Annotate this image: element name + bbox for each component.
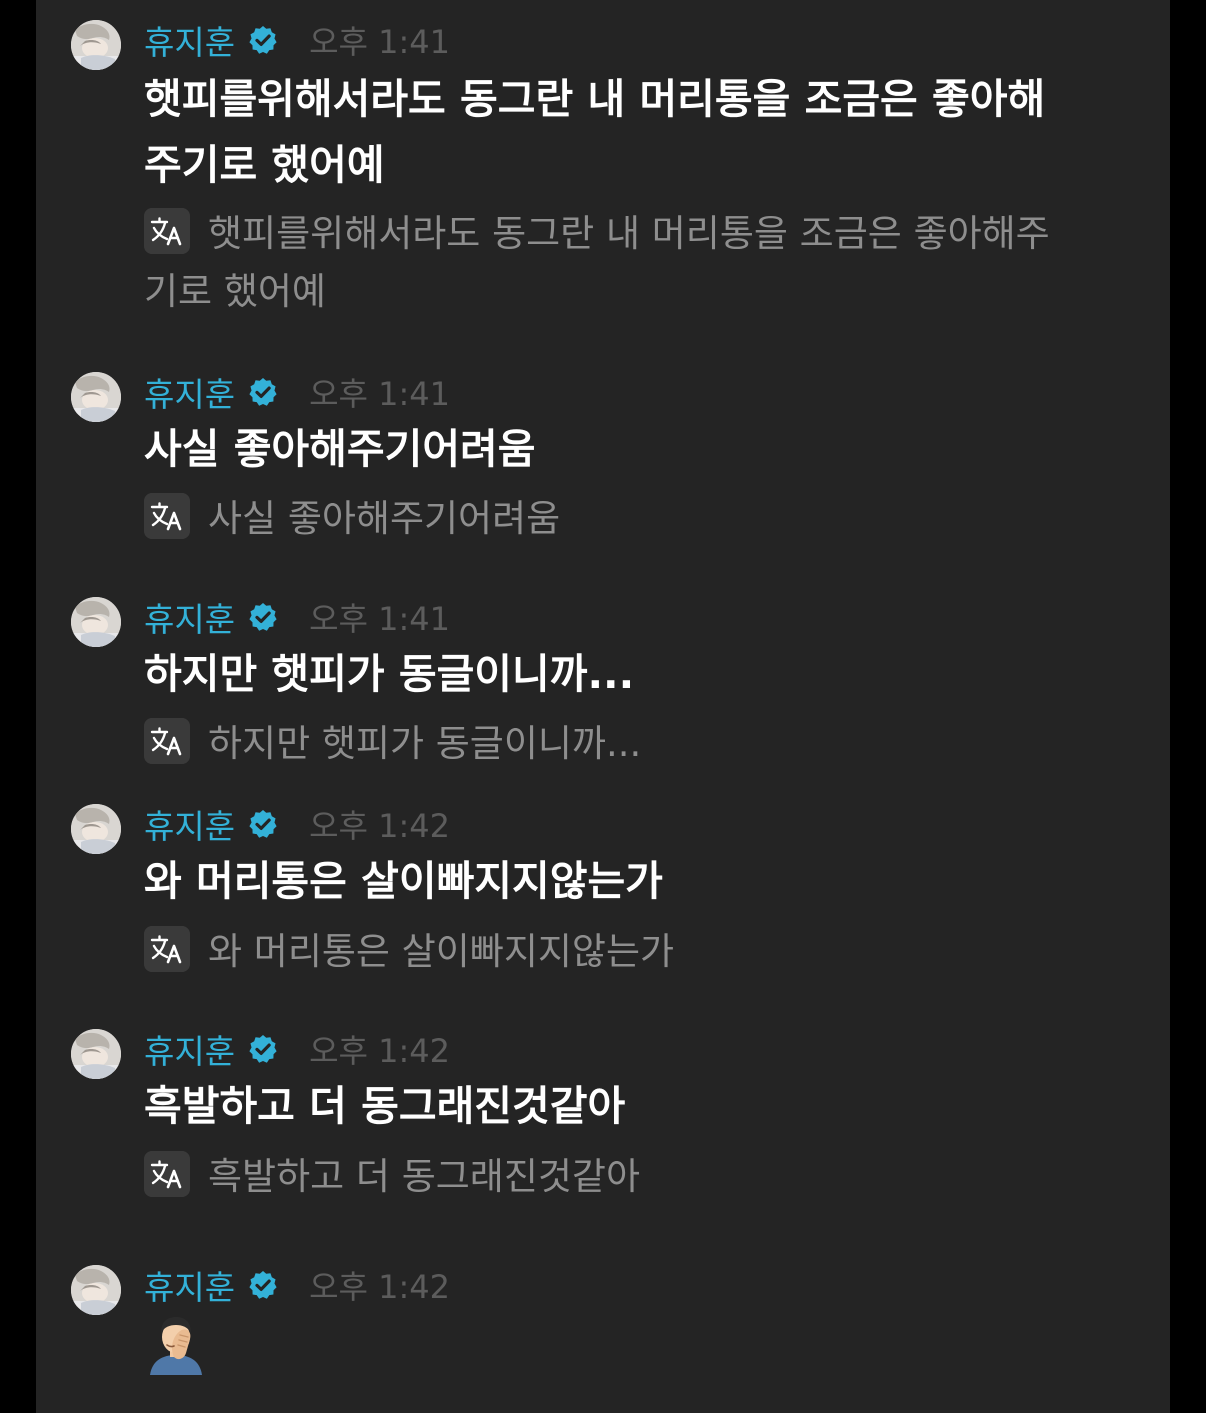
chat-panel: 휴지훈 오후 1:41 햇피를위해서라도 동그란 내 머리통을 조금은 좋아해 … [36,0,1170,1413]
avatar[interactable] [71,1029,121,1079]
avatar[interactable] [71,20,121,70]
face-palm-man-emoji [144,1311,208,1375]
translation-line: 기로 했어예 [144,270,326,313]
translation-line: 햇피를위해서라도 동그란 내 머리통을 조금은 좋아해주 [144,205,1129,263]
message-text: 사실 좋아해주기어려움 [144,425,536,473]
message-header: 휴지훈 오후 1:41 [144,367,450,417]
sender-name[interactable]: 휴지훈 [144,1261,235,1309]
timestamp: 오후 1:42 [309,1032,451,1070]
message-text: 흑발하고 더 동그래진것같아 [144,1082,626,1130]
message-text: 와 머리통은 살이빠지지않는가 [144,857,663,905]
message-text: 햇피를위해서라도 동그란 내 머리통을 조금은 좋아해 주기로 했어예 [144,66,1129,198]
translation-text: 사실 좋아해주기어려움 [208,497,561,540]
sender-name[interactable]: 휴지훈 [144,368,235,416]
avatar-image [71,372,121,422]
verified-badge-icon [247,376,279,408]
verified-badge-icon [247,1033,279,1065]
translate-icon[interactable] [144,493,190,539]
translation: 사실 좋아해주기어려움 [144,490,1129,548]
message-text-line: 주기로 했어예 [144,141,385,189]
translation: 흑발하고 더 동그래진것같아 [144,1148,1129,1206]
message-header: 휴지훈 오후 1:41 [144,15,450,65]
translation: 햇피를위해서라도 동그란 내 머리통을 조금은 좋아해주 기로 했어예 [144,205,1129,321]
avatar-image [71,597,121,647]
timestamp: 오후 1:41 [309,23,451,61]
translate-icon[interactable] [144,208,190,254]
verified-badge-icon [247,1269,279,1301]
avatar-image [71,20,121,70]
translation-text: 햇피를위해서라도 동그란 내 머리통을 조금은 좋아해주 [208,212,1050,255]
verified-badge-icon [247,601,279,633]
avatar[interactable] [71,1265,121,1315]
verified-badge-icon [247,808,279,840]
message-header: 휴지훈 오후 1:41 [144,592,450,642]
avatar[interactable] [71,597,121,647]
translation-text: 하지만 햇피가 동글이니까... [208,722,642,765]
translate-icon[interactable] [144,1151,190,1197]
sender-name[interactable]: 휴지훈 [144,16,235,64]
verified-badge-icon [247,24,279,56]
translation: 와 머리통은 살이빠지지않는가 [144,923,1129,981]
message-text: 하지만 햇피가 동글이니까... [144,650,635,698]
sender-name[interactable]: 휴지훈 [144,1025,235,1073]
translate-icon[interactable] [144,926,190,972]
translate-icon[interactable] [144,718,190,764]
sender-name[interactable]: 휴지훈 [144,593,235,641]
avatar-image [71,1265,121,1315]
message-header: 휴지훈 오후 1:42 [144,1024,450,1074]
avatar-image [71,1029,121,1079]
message-header: 휴지훈 오후 1:42 [144,1260,450,1310]
timestamp: 오후 1:42 [309,1268,451,1306]
avatar[interactable] [71,372,121,422]
timestamp: 오후 1:41 [309,600,451,638]
timestamp: 오후 1:41 [309,375,451,413]
message-text-line: 햇피를위해서라도 동그란 내 머리통을 조금은 좋아해 [144,75,1046,123]
timestamp: 오후 1:42 [309,807,451,845]
avatar[interactable] [71,804,121,854]
translation-text: 흑발하고 더 동그래진것같아 [208,1155,641,1198]
translation: 하지만 햇피가 동글이니까... [144,715,1129,773]
avatar-image [71,804,121,854]
translation-text: 와 머리통은 살이빠지지않는가 [208,930,675,973]
sender-name[interactable]: 휴지훈 [144,800,235,848]
message-header: 휴지훈 오후 1:42 [144,799,450,849]
